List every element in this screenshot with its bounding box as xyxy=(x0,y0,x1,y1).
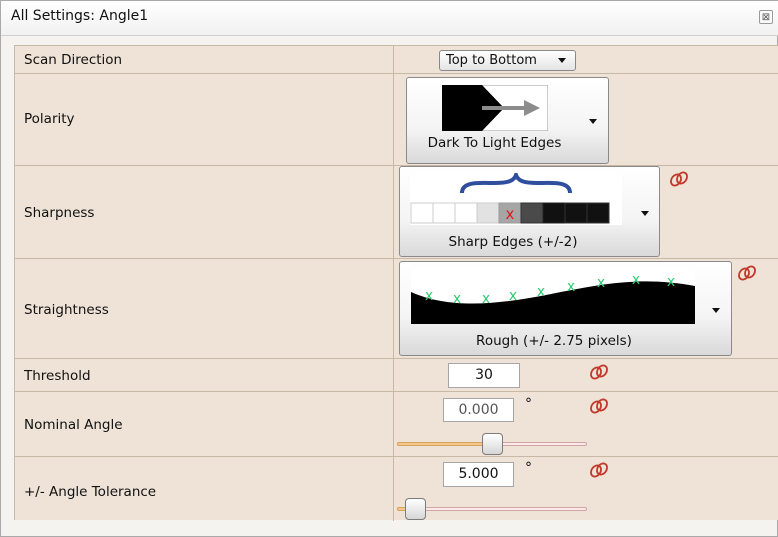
link-icon[interactable] xyxy=(589,364,609,380)
row-scan-direction: Scan Direction Top to Bottom xyxy=(15,46,778,74)
scan-direction-dropdown[interactable]: Top to Bottom xyxy=(439,50,576,71)
row-polarity: Polarity Dark To Light Edges xyxy=(15,74,778,166)
row-straightness: Straightness x x x x x x x x x Rough (+/… xyxy=(15,259,778,359)
chevron-down-icon xyxy=(558,58,566,63)
link-icon[interactable] xyxy=(737,265,757,281)
window-title: All Settings: Angle1 xyxy=(11,8,149,24)
straightness-label: Straightness xyxy=(24,302,109,318)
svg-text:x: x xyxy=(537,284,545,300)
straightness-selector[interactable]: x x x x x x x x x Rough (+/- 2.75 pixels… xyxy=(399,261,732,356)
title-bar: All Settings: Angle1 ⊠ xyxy=(1,1,778,36)
angle-tolerance-slider[interactable] xyxy=(397,498,587,520)
nominal-angle-unit: ° xyxy=(525,396,532,412)
svg-text:x: x xyxy=(597,275,605,291)
nominal-angle-input[interactable]: 0.000 xyxy=(443,398,514,422)
row-sharpness: Sharpness x Sharp Edges (+/-2) xyxy=(15,166,778,259)
svg-text:x: x xyxy=(509,288,517,304)
svg-text:x: x xyxy=(632,272,640,288)
straightness-caption: Rough (+/- 2.75 pixels) xyxy=(476,333,632,349)
polarity-caption: Dark To Light Edges xyxy=(427,135,562,151)
slider-fill xyxy=(397,442,493,446)
polarity-edge-image xyxy=(442,85,548,131)
svg-text:x: x xyxy=(506,205,515,223)
straightness-profile-image: x x x x x x x x x xyxy=(411,270,695,324)
angle-tolerance-input[interactable]: 5.000 xyxy=(443,462,514,487)
sharpness-caption: Sharp Edges (+/-2) xyxy=(448,234,578,250)
chevron-down-icon xyxy=(641,211,649,216)
svg-text:x: x xyxy=(567,279,575,295)
settings-grid: Scan Direction Top to Bottom Polarity Da… xyxy=(14,45,778,521)
angle-tolerance-label: +/- Angle Tolerance xyxy=(24,484,157,500)
row-threshold: Threshold 30 xyxy=(15,359,778,392)
angle-tolerance-unit: ° xyxy=(525,460,532,476)
row-nominal-angle: Nominal Angle 0.000 ° xyxy=(15,392,778,457)
link-icon[interactable] xyxy=(589,398,609,414)
close-icon[interactable]: ⊠ xyxy=(759,10,773,24)
svg-text:x: x xyxy=(482,291,490,307)
chevron-down-icon xyxy=(589,119,597,124)
scan-direction-label: Scan Direction xyxy=(24,52,123,68)
polarity-selector[interactable]: Dark To Light Edges xyxy=(406,77,609,164)
sharpness-selector[interactable]: x Sharp Edges (+/-2) xyxy=(399,166,660,257)
sharpness-gradient-image: x xyxy=(410,173,622,225)
threshold-label: Threshold xyxy=(24,368,91,384)
settings-window: All Settings: Angle1 ⊠ Scan Direction To… xyxy=(0,0,778,537)
polarity-label: Polarity xyxy=(24,111,75,127)
scan-direction-value: Top to Bottom xyxy=(446,53,537,68)
nominal-angle-label: Nominal Angle xyxy=(24,417,123,433)
row-angle-tolerance: +/- Angle Tolerance 5.000 ° xyxy=(15,457,778,521)
link-icon[interactable] xyxy=(589,462,609,478)
svg-text:x: x xyxy=(667,274,675,290)
slider-thumb[interactable] xyxy=(482,433,503,455)
threshold-input[interactable]: 30 xyxy=(448,363,520,388)
chevron-down-icon xyxy=(712,308,720,313)
link-icon[interactable] xyxy=(669,171,689,187)
nominal-angle-slider[interactable] xyxy=(397,433,587,455)
sharpness-label: Sharpness xyxy=(24,205,95,221)
svg-text:x: x xyxy=(453,291,461,307)
slider-thumb[interactable] xyxy=(405,498,426,520)
svg-text:x: x xyxy=(425,288,433,304)
